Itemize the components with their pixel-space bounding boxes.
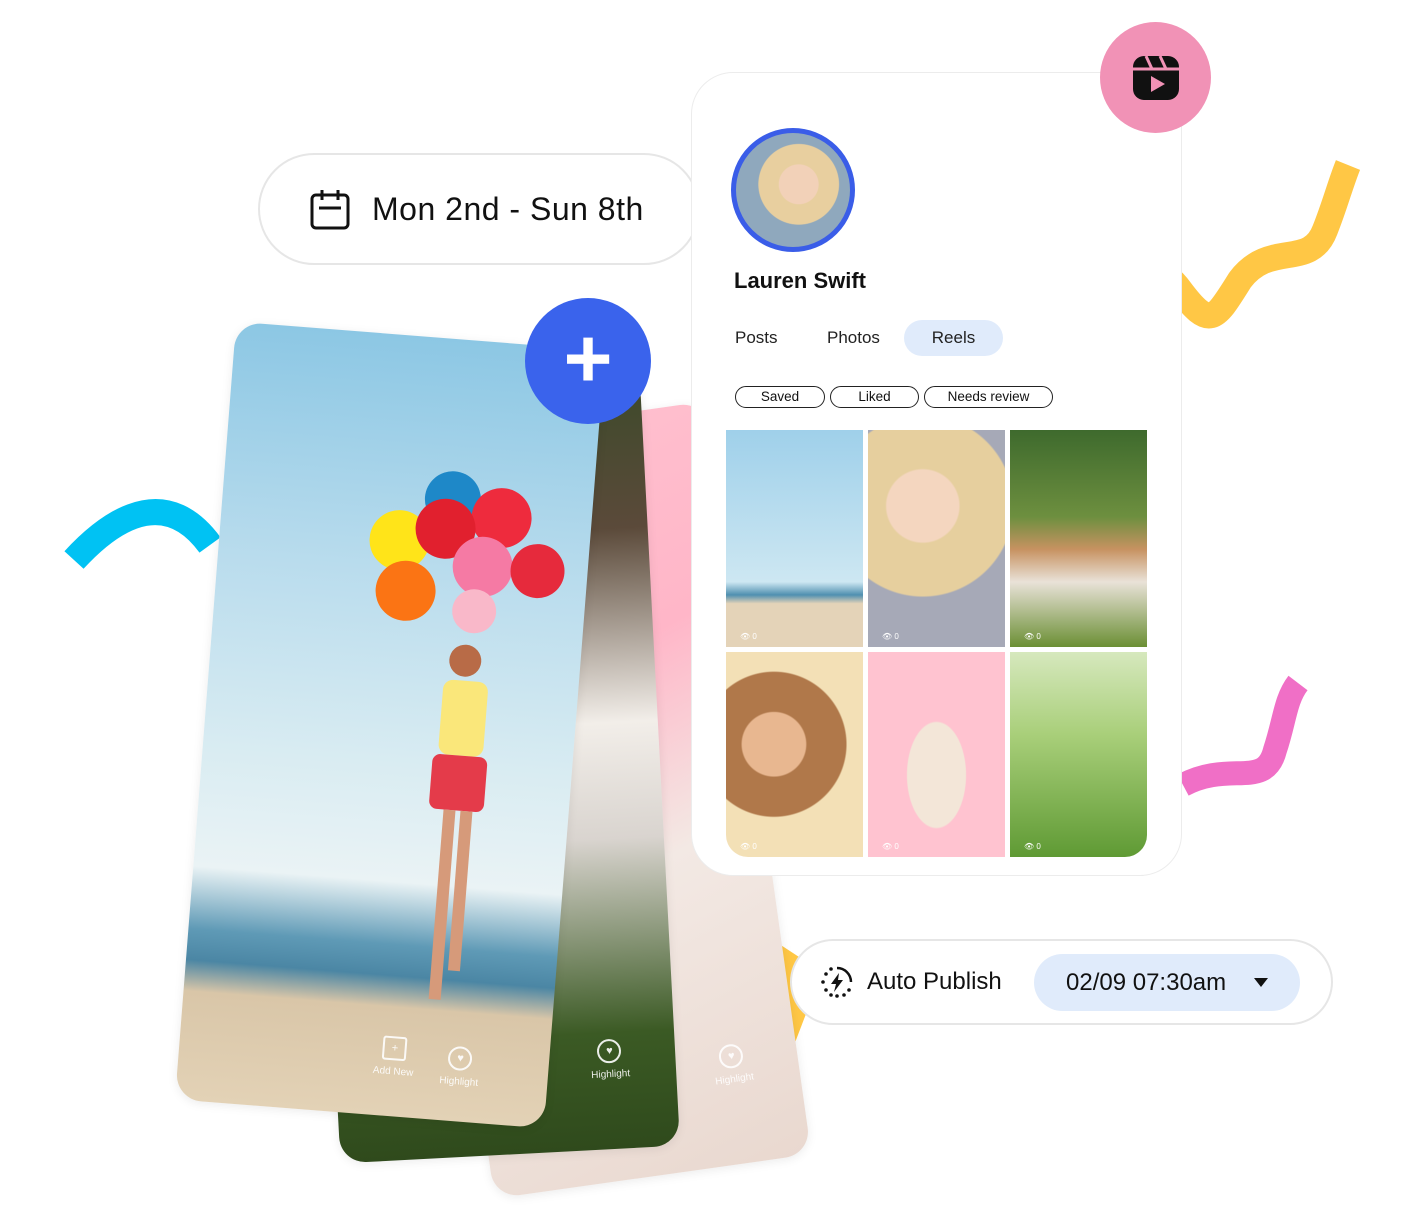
view-count: 👁 0: [882, 842, 899, 851]
grid-item[interactable]: 👁 0: [868, 430, 1005, 647]
grid-item[interactable]: 👁 0: [726, 652, 863, 857]
highlight-action[interactable]: ♥ Highlight: [710, 1042, 755, 1088]
tab-posts[interactable]: Posts: [735, 320, 778, 356]
view-count: 👁 0: [740, 842, 757, 851]
filter-needs-review[interactable]: Needs review: [924, 386, 1053, 408]
view-count: 👁 0: [1024, 842, 1041, 851]
add-post-button[interactable]: +: [525, 298, 651, 424]
view-count: 👁 0: [1024, 632, 1041, 641]
filter-saved[interactable]: Saved: [735, 386, 825, 408]
add-media-icon: +: [382, 1035, 408, 1062]
grid-item[interactable]: 👁 0: [1010, 652, 1147, 857]
tab-reels[interactable]: Reels: [904, 320, 1003, 356]
grid-item[interactable]: 👁 0: [1010, 430, 1147, 647]
post-preview-card-front[interactable]: + Add New ♥ Highlight: [174, 321, 606, 1129]
date-range-label: Mon 2nd - Sun 8th: [372, 190, 644, 227]
pink-squiggle: [1177, 675, 1308, 796]
view-count: 👁 0: [740, 632, 757, 641]
grid-item[interactable]: 👁 0: [868, 652, 1005, 857]
caret-down-icon: [1254, 978, 1268, 987]
highlight-action[interactable]: ♥ Highlight: [439, 1045, 481, 1089]
profile-name: Lauren Swift: [734, 268, 867, 293]
heart-icon: ♥: [717, 1042, 745, 1070]
tab-photos[interactable]: Photos: [827, 320, 880, 356]
calendar-icon: [310, 190, 350, 230]
highlight-action[interactable]: ♥ Highlight: [589, 1038, 630, 1081]
jumping-girl-image: [428, 644, 488, 1000]
heart-icon: ♥: [447, 1045, 474, 1072]
grid-item[interactable]: 👁 0: [726, 430, 863, 647]
balloons-image: [369, 471, 565, 634]
date-range-selector[interactable]: Mon 2nd - Sun 8th: [258, 153, 700, 265]
auto-publish-label: Auto Publish: [867, 968, 1002, 995]
filter-liked[interactable]: Liked: [830, 386, 919, 408]
publish-datetime-value: 02/09 07:30am: [1066, 969, 1227, 996]
reels-icon: [1132, 54, 1179, 100]
view-count: 👁 0: [882, 632, 899, 641]
add-new-action[interactable]: + Add New: [372, 1035, 416, 1079]
avatar[interactable]: [731, 128, 855, 252]
reels-badge: [1100, 22, 1211, 133]
plus-icon: +: [563, 311, 613, 405]
auto-publish-icon: [821, 966, 853, 998]
heart-icon: ♥: [596, 1038, 623, 1064]
publish-datetime-dropdown[interactable]: 02/09 07:30am: [1034, 954, 1300, 1011]
cyan-squiggle: [64, 499, 221, 569]
